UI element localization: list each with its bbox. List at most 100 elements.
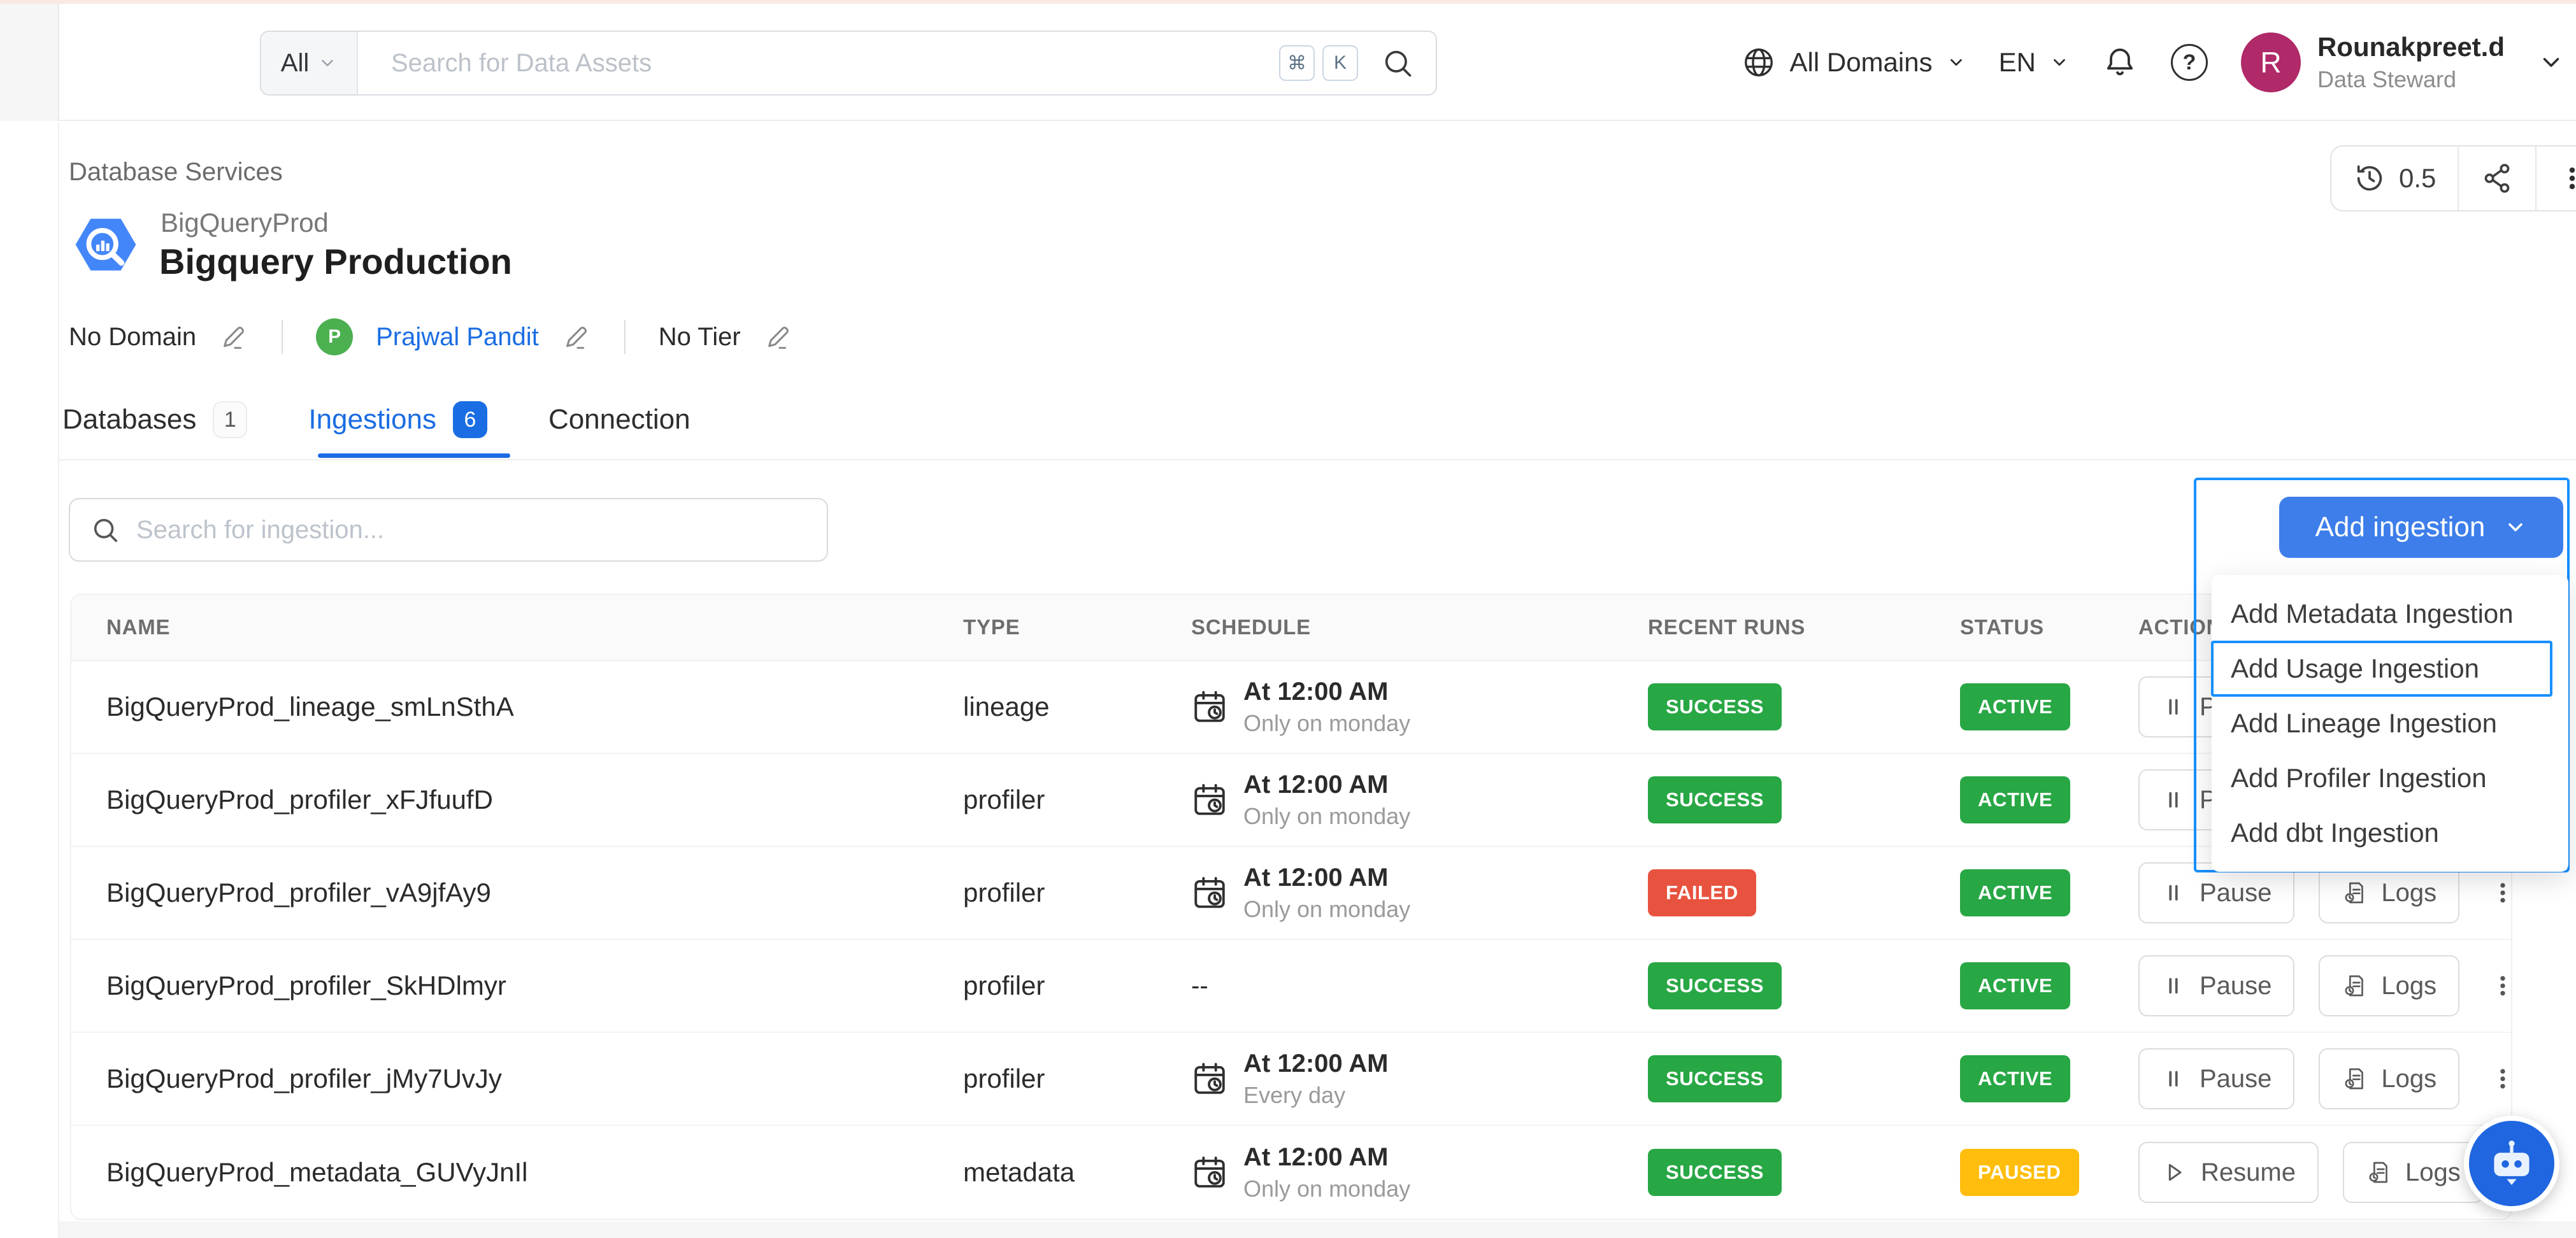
edit-domain-pencil-icon[interactable] [219,322,248,352]
ingestion-type: profiler [963,1064,1191,1094]
edit-owner-pencil-icon[interactable] [562,322,591,352]
pause-icon [2161,788,2186,812]
language-label: EN [1999,47,2036,78]
schedule-time: At 12:00 AM [1243,1049,1388,1078]
edit-tier-pencil-icon[interactable] [764,322,793,352]
global-search-input[interactable] [358,49,1279,78]
logs-icon [2342,880,2367,906]
table-header-row: NAME TYPE SCHEDULE RECENT RUNS STATUS AC… [71,595,2511,661]
status-badge: PAUSED [1960,1149,2079,1196]
recent-run-badge[interactable]: SUCCESS [1648,683,1782,730]
ingestion-name[interactable]: BigQueryProd_profiler_vA9jfAy9 [106,878,963,908]
owner-avatar: P [316,318,353,355]
search-scope-label: All [281,49,309,78]
pause-icon [2161,974,2186,998]
logs-icon [2342,973,2367,999]
menu-item[interactable]: Add Profiler Ingestion [2212,751,2568,806]
add-ingestion-button[interactable]: Add ingestion [2279,497,2563,558]
play-icon [2161,1160,2187,1185]
search-icon[interactable] [1381,46,1414,80]
pause-resume-button[interactable]: Resume [2138,1142,2319,1203]
pause-resume-button[interactable]: Pause [2138,1048,2294,1109]
table-row: BigQueryProd_metadata_GUVyJnIl metadata … [71,1126,2511,1219]
version-button[interactable]: 0.5 [2331,146,2459,210]
service-name: BigQueryProd [161,208,329,238]
pause-icon [2161,695,2186,719]
pause-resume-button[interactable]: Pause [2138,955,2294,1016]
recent-run-badge[interactable]: SUCCESS [1648,1149,1782,1196]
tab-label: Ingestions [308,404,436,436]
ingestion-schedule: At 12:00 AM Only on monday [1191,864,1648,923]
logs-button[interactable]: Logs [2319,955,2459,1016]
logs-button[interactable]: Logs [2319,1048,2459,1109]
row-menu-kebab-icon[interactable] [2490,973,2512,999]
status-badge: ACTIVE [1960,1055,2070,1102]
share-button[interactable] [2459,146,2537,210]
menu-item[interactable]: Add Usage Ingestion [2212,641,2552,696]
schedule-time: At 12:00 AM [1243,1143,1410,1172]
column-header-recent-runs: RECENT RUNS [1648,615,1960,639]
ingestion-schedule: -- [1191,972,1648,1000]
notifications-bell-icon[interactable] [2102,45,2138,80]
add-ingestion-menu: Add Metadata Ingestion Add Usage Ingesti… [2212,575,2568,872]
version-history-icon [2353,162,2386,195]
ingestion-name[interactable]: BigQueryProd_metadata_GUVyJnIl [106,1157,963,1188]
search-scope-dropdown[interactable]: All [261,32,358,94]
breadcrumb[interactable]: Database Services [69,158,283,187]
chevron-down-icon [1947,53,1966,72]
chevron-down-icon [318,53,337,73]
language-dropdown[interactable]: EN [1999,47,2069,78]
bigquery-service-icon [69,210,143,284]
divider [624,320,626,354]
menu-item[interactable]: Add Metadata Ingestion [2212,587,2568,641]
ingestion-name[interactable]: BigQueryProd_profiler_SkHDlmyr [106,971,963,1001]
ingestion-name[interactable]: BigQueryProd_profiler_xFJfuufD [106,785,963,815]
left-rail [0,122,59,1238]
table-row: BigQueryProd_profiler_xFJfuufD profiler … [71,754,2511,847]
menu-item[interactable]: Add Lineage Ingestion [2212,696,2568,751]
tab-databases[interactable]: Databases 1 [62,401,247,438]
schedule-time: -- [1191,972,1208,1000]
page-actions-group: 0.5 [2330,145,2576,211]
search-icon [90,515,120,544]
chat-bot-button[interactable] [2464,1116,2559,1211]
ingestion-type: lineage [963,692,1191,722]
recent-run-badge[interactable]: SUCCESS [1648,1055,1782,1102]
recent-run-badge[interactable]: SUCCESS [1648,776,1782,823]
ingestion-name[interactable]: BigQueryProd_profiler_jMy7UvJy [106,1064,963,1094]
logs-button[interactable]: Logs [2343,1142,2484,1203]
recent-run-badge[interactable]: FAILED [1648,869,1756,916]
help-icon[interactable]: ? [2171,44,2208,81]
version-label: 0.5 [2399,163,2436,194]
ingestion-search-bar[interactable] [69,498,828,562]
schedule-frequency: Only on monday [1243,803,1410,830]
calendar-clock-icon [1191,688,1228,725]
chevron-down-icon[interactable] [2538,49,2565,76]
global-search-bar[interactable]: All ⌘ K [260,31,1437,96]
ingestion-schedule: At 12:00 AM Only on monday [1191,1143,1648,1202]
domain-label: No Domain [69,323,196,352]
schedule-time: At 12:00 AM [1243,678,1410,706]
column-header-type: TYPE [963,615,1191,639]
page-bottom-band [59,1221,2576,1238]
column-header-name: NAME [106,615,963,639]
ingestion-type: profiler [963,878,1191,908]
domains-dropdown[interactable]: All Domains [1742,45,1966,80]
tab-ingestions[interactable]: Ingestions 6 [308,401,487,438]
row-menu-kebab-icon[interactable] [2490,1066,2512,1092]
pause-icon [2161,1067,2186,1091]
more-options-kebab-icon[interactable] [2537,146,2576,210]
calendar-clock-icon [1191,781,1228,818]
ingestion-search-input[interactable] [136,516,806,544]
menu-item[interactable]: Add dbt Ingestion [2212,806,2568,860]
table-row: BigQueryProd_profiler_jMy7UvJy profiler … [71,1033,2511,1126]
tab-connection[interactable]: Connection [548,404,691,436]
recent-run-badge[interactable]: SUCCESS [1648,962,1782,1009]
table-row: BigQueryProd_profiler_vA9jfAy9 profiler … [71,847,2511,940]
ingestion-name[interactable]: BigQueryProd_lineage_smLnSthA [106,692,963,722]
column-header-schedule: SCHEDULE [1191,615,1648,639]
user-profile-menu[interactable]: R Rounakpreet.d Data Steward [2241,32,2505,93]
row-menu-kebab-icon[interactable] [2490,880,2512,906]
schedule-time: At 12:00 AM [1243,771,1410,799]
owner-name[interactable]: Prajwal Pandit [376,323,539,352]
